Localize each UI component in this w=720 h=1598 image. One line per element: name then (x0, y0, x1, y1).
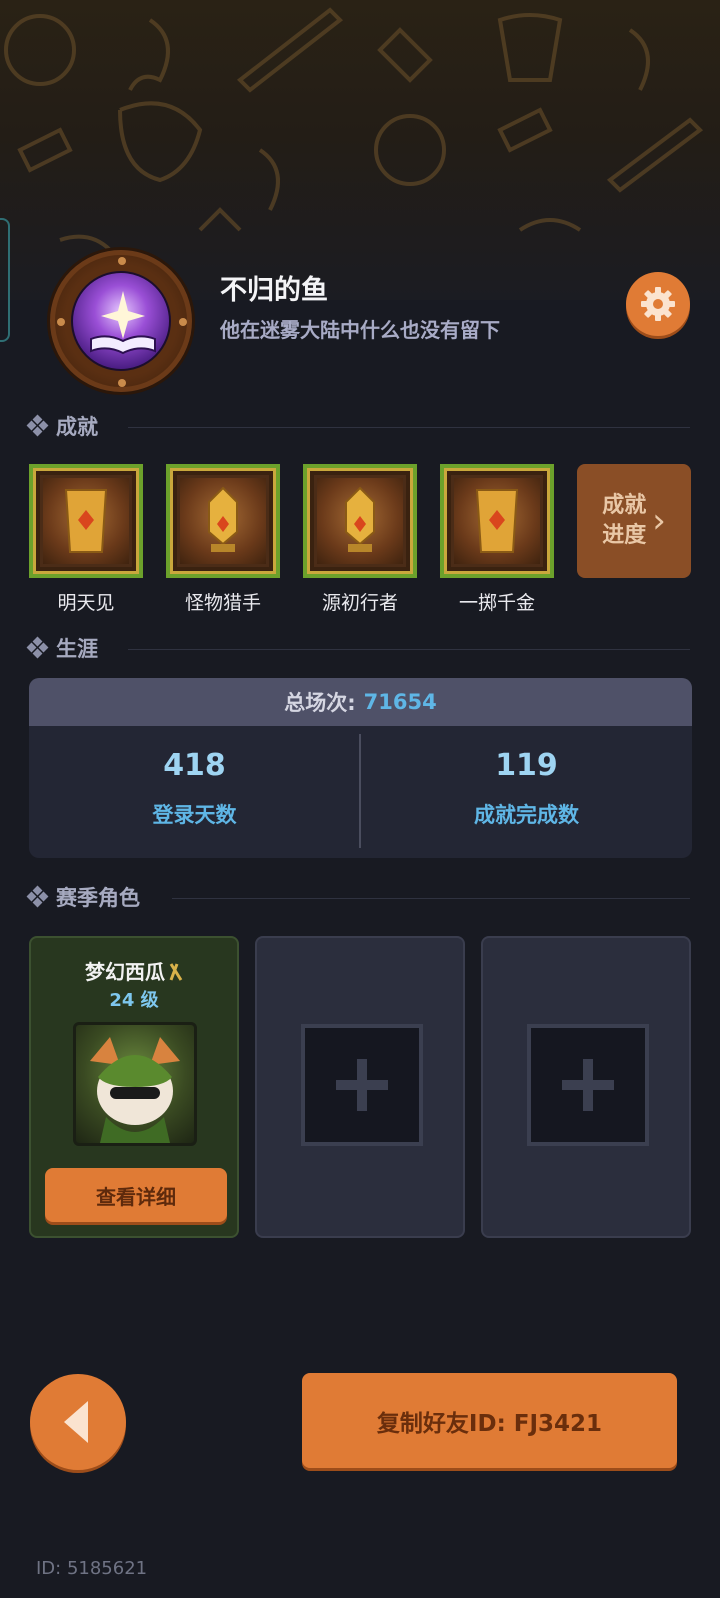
user-id: ID: 5185621 (36, 1558, 148, 1579)
diamond-bullet-icon (26, 636, 49, 659)
copy-friend-id-button[interactable]: 复制好友ID: FJ3421 (302, 1373, 677, 1468)
section-divider (128, 649, 690, 650)
role-name: 梦幻西瓜 (31, 956, 237, 985)
avatar-frame-stud (118, 257, 126, 265)
add-role-slot[interactable] (527, 1024, 649, 1146)
career-panel: 总场次: 71654 418 登录天数 119 成就完成数 (29, 678, 692, 858)
back-arrow-icon (64, 1401, 88, 1443)
back-button[interactable] (30, 1374, 126, 1470)
golden-sword-icon (180, 478, 266, 564)
plus-icon (336, 1059, 388, 1111)
glowing-book-icon (71, 271, 171, 371)
progress-label-line2: 进度 (602, 523, 647, 548)
empty-role-slot[interactable] (481, 936, 691, 1238)
settings-button[interactable] (626, 272, 690, 336)
achievement-tile[interactable] (29, 464, 143, 578)
avatar-frame-stud (118, 379, 126, 387)
avatar[interactable] (50, 250, 192, 392)
stat-value: 119 (495, 748, 558, 783)
golden-banner-icon (454, 478, 540, 564)
season-roles-title: 赛季角色 (56, 886, 140, 910)
achievement-tile[interactable] (440, 464, 554, 578)
season-roles-header: 赛季角色 (26, 882, 140, 912)
view-details-button[interactable]: 查看详细 (45, 1168, 227, 1222)
profile-name: 不归的鱼 (220, 275, 328, 306)
diamond-bullet-icon (26, 414, 49, 437)
career-stat-achievements: 119 成就完成数 (361, 726, 692, 858)
empty-role-slot[interactable] (255, 936, 465, 1238)
achievement-progress-button[interactable]: 成就 进度 › (577, 464, 691, 578)
stat-label: 登录天数 (152, 803, 237, 827)
avatar-frame-stud (179, 318, 187, 326)
total-matches-label: 总场次: (284, 691, 356, 715)
achievements-title: 成就 (56, 415, 98, 439)
section-divider (128, 427, 690, 428)
career-title: 生涯 (56, 637, 98, 661)
character-portrait (73, 1022, 197, 1146)
section-divider (172, 898, 690, 899)
achievement-tile[interactable] (303, 464, 417, 578)
golden-sword-icon (317, 478, 403, 564)
profile-bio: 他在迷雾大陆中什么也没有留下 (220, 318, 500, 342)
plus-icon (562, 1059, 614, 1111)
diamond-bullet-icon (26, 885, 49, 908)
stat-label: 成就完成数 (474, 803, 579, 827)
class-emblem-icon (169, 963, 183, 981)
achievement-label: 怪物猎手 (184, 592, 261, 614)
role-card[interactable]: 梦幻西瓜 24 级 查看详细 (29, 936, 239, 1238)
achievements-header: 成就 (26, 411, 98, 441)
chevron-right-icon: › (652, 501, 666, 541)
progress-label-line1: 成就 (602, 493, 647, 518)
avatar-frame-stud (57, 318, 65, 326)
achievement-tile[interactable] (166, 464, 280, 578)
add-role-slot[interactable] (301, 1024, 423, 1146)
side-edge-tab[interactable] (0, 218, 10, 342)
golden-banner-icon (43, 478, 129, 564)
role-level: 24 级 (109, 990, 159, 1011)
gear-icon (641, 287, 675, 321)
total-matches-value: 71654 (363, 690, 437, 714)
achievement-label: 一掷千金 (458, 592, 535, 614)
achievement-label: 明天见 (57, 592, 115, 614)
career-header: 生涯 (26, 633, 98, 663)
total-matches-bar: 总场次: 71654 (29, 678, 692, 726)
stat-value: 418 (163, 748, 226, 783)
achievement-label: 源初行者 (321, 592, 398, 614)
career-stat-login-days: 418 登录天数 (29, 726, 360, 858)
